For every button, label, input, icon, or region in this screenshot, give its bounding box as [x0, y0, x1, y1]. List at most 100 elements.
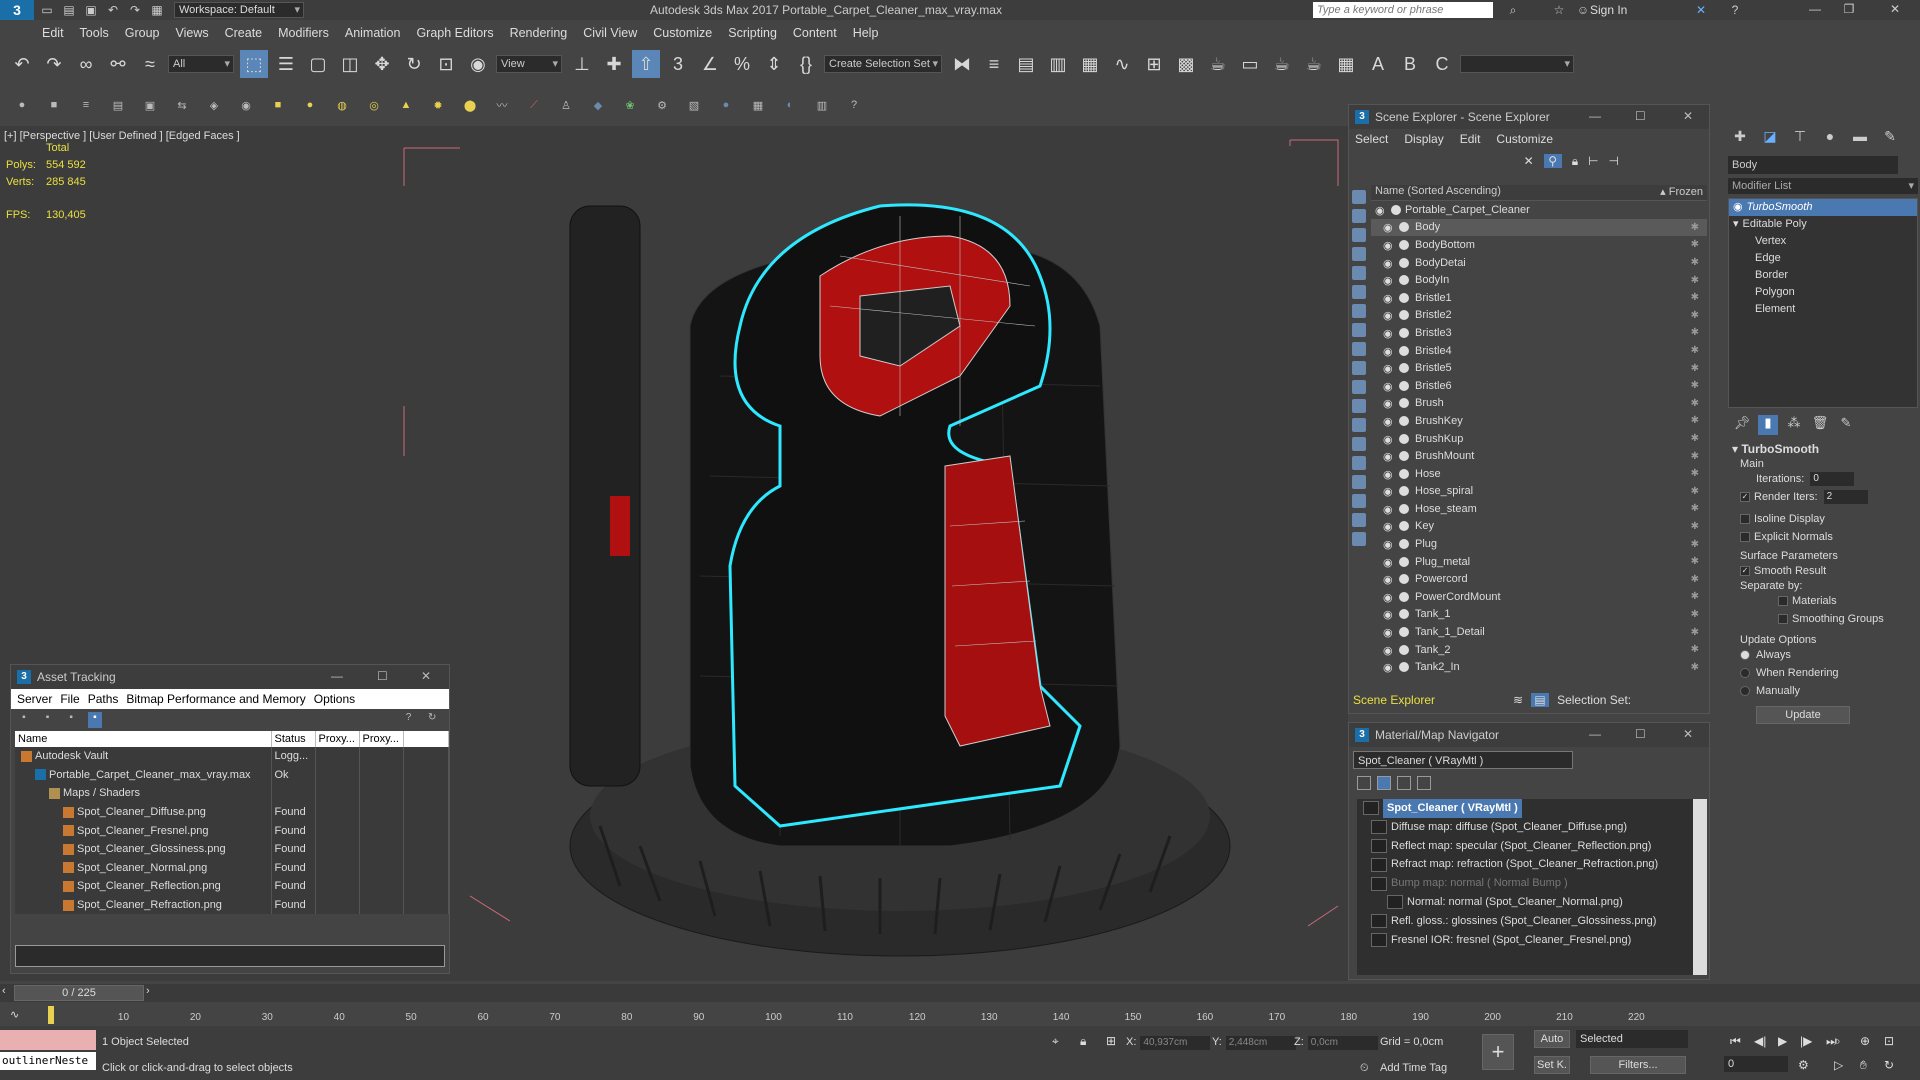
filter-frozen-icon[interactable] — [1352, 399, 1366, 413]
mat-scrollbar[interactable] — [1693, 799, 1707, 975]
particle-icon[interactable]: ❀ — [620, 95, 640, 115]
eye-icon[interactable]: ◉ — [1383, 327, 1395, 340]
eye-icon[interactable]: ◉ — [1383, 573, 1395, 586]
isoline-checkbox[interactable] — [1740, 514, 1750, 524]
select-object-icon[interactable]: ⬚ — [240, 50, 268, 78]
render-dot-icon[interactable] — [1399, 257, 1409, 268]
play-icon[interactable]: ▶︎ — [1778, 1034, 1787, 1048]
current-frame-field[interactable]: 0 — [1724, 1056, 1788, 1072]
rendered-frame-icon[interactable]: ▭ — [1236, 50, 1264, 78]
freeze-icon[interactable]: ✱ — [1691, 574, 1699, 585]
zoom-extents-icon[interactable]: ⊡ — [1884, 1034, 1894, 1048]
exchange-icon[interactable]: ✕ — [1692, 2, 1710, 18]
layer-explorer-icon[interactable]: ▥ — [1044, 50, 1072, 78]
freeze-icon[interactable]: ✱ — [1691, 257, 1699, 268]
scene-object-row[interactable]: ◉ BodyBottom ✱ — [1371, 236, 1707, 254]
eye-icon[interactable]: ◉ — [1733, 201, 1743, 213]
stack-turbosmooth[interactable]: ◉ TurboSmooth — [1729, 199, 1917, 216]
material-editor-icon[interactable]: ▩ — [1172, 50, 1200, 78]
percent-snap-icon[interactable]: % — [728, 50, 756, 78]
material-tree-row[interactable]: Bump map: normal ( Normal Bump ) — [1357, 874, 1693, 893]
eye-icon[interactable]: ◉ — [1383, 397, 1395, 410]
col-name[interactable]: Name (Sorted Ascending) — [1375, 185, 1501, 200]
search-input[interactable]: Type a keyword or phrase — [1313, 2, 1493, 18]
bind-space-warp-icon[interactable]: ≈ — [136, 50, 164, 78]
layer-manager-icon[interactable]: ▤ — [108, 95, 128, 115]
menu-customize[interactable]: Customize — [645, 26, 720, 40]
freeze-icon[interactable]: ✱ — [1691, 609, 1699, 620]
menu-civil-view[interactable]: Civil View — [575, 26, 645, 40]
eye-icon[interactable]: ◉ — [1383, 556, 1395, 569]
maximize-icon[interactable]: ☐ — [377, 669, 388, 683]
container-icon[interactable]: ◈ — [204, 95, 224, 115]
freeze-icon[interactable]: ✱ — [1691, 662, 1699, 673]
torus-primitive-icon[interactable]: ◎ — [364, 95, 384, 115]
menu-create[interactable]: Create — [217, 26, 271, 40]
project-icon[interactable]: ▦ — [148, 2, 166, 18]
render-dot-icon[interactable] — [1399, 239, 1409, 250]
align-icon[interactable]: ≡ — [980, 50, 1008, 78]
layer-props-icon[interactable]: ▣ — [140, 95, 160, 115]
menu-help[interactable]: Help — [845, 26, 887, 40]
scene-object-row[interactable]: ◉ Key ✱ — [1371, 518, 1707, 536]
mirror-icon[interactable]: ⧓ — [948, 50, 976, 78]
make-unique-icon[interactable]: ⁂ — [1784, 415, 1804, 435]
undo-icon[interactable]: ↶ — [8, 50, 36, 78]
close-icon[interactable]: ✕ — [1683, 727, 1693, 741]
vray-light-icon[interactable]: ● — [716, 95, 736, 115]
freeze-icon[interactable]: ✱ — [1691, 468, 1699, 479]
scene-explorer-icon[interactable]: ▤ — [1012, 50, 1040, 78]
angle-snap-icon[interactable]: ∠ — [696, 50, 724, 78]
dynamics-icon[interactable]: ⚙ — [652, 95, 672, 115]
menu-edit[interactable]: Edit — [34, 26, 72, 40]
render-dot-icon[interactable] — [1399, 627, 1409, 638]
auto-key-button[interactable]: Auto — [1534, 1030, 1570, 1048]
render-dot-icon[interactable] — [1391, 204, 1401, 215]
update-button[interactable]: Update — [1756, 706, 1850, 724]
render-dot-icon[interactable] — [1399, 521, 1409, 532]
view-list-icon[interactable] — [1357, 776, 1371, 790]
eye-icon[interactable]: ◉ — [1383, 239, 1395, 252]
material-tree-row[interactable]: Refract map: refraction (Spot_Cleaner_Re… — [1357, 855, 1693, 874]
render-dot-icon[interactable] — [1399, 415, 1409, 426]
scene-object-row[interactable]: ◉ BodyDetai ✱ — [1371, 254, 1707, 272]
explicit-normals-checkbox[interactable] — [1740, 532, 1750, 542]
time-slider[interactable]: ‹ 0 / 225 › — [0, 984, 1920, 1002]
clear-search-icon[interactable]: ✕ — [1524, 154, 1534, 168]
scene-object-row[interactable]: ◉ Tank_1_Detail ✱ — [1371, 623, 1707, 641]
sphere-primitive-icon[interactable]: ● — [300, 95, 320, 115]
material-tree-row[interactable]: Diffuse map: diffuse (Spot_Cleaner_Diffu… — [1357, 818, 1693, 837]
asset-row[interactable]: Autodesk Vault Logg... — [15, 747, 449, 766]
funnel-icon[interactable] — [1352, 513, 1366, 527]
scene-object-row[interactable]: ◉ Bristle1 ✱ — [1371, 289, 1707, 307]
tree-view-icon[interactable]: ▪ — [64, 712, 78, 728]
freeze-icon[interactable]: ✱ — [1691, 451, 1699, 462]
eye-icon[interactable]: ◉ — [1383, 257, 1395, 270]
time-config-icon[interactable]: ⚙ — [1798, 1058, 1809, 1072]
freeze-icon[interactable]: ✱ — [1691, 486, 1699, 497]
scene-object-row[interactable]: ◉ Bristle6 ✱ — [1371, 377, 1707, 395]
render-dot-icon[interactable] — [1399, 222, 1409, 233]
scene-object-row[interactable]: ◉ Bristle5 ✱ — [1371, 359, 1707, 377]
scene-object-row[interactable]: ◉ Hose ✱ — [1371, 465, 1707, 483]
freeze-icon[interactable]: ✱ — [1691, 327, 1699, 338]
menu-modifiers[interactable]: Modifiers — [270, 26, 337, 40]
freeze-icon[interactable]: ✱ — [1691, 363, 1699, 374]
freeze-icon[interactable]: ✱ — [1691, 627, 1699, 638]
rollout-title[interactable]: ▾ TurboSmooth — [1732, 442, 1920, 456]
redo-icon[interactable]: ↷ — [40, 50, 68, 78]
y-coord-field[interactable]: 2,448cm — [1225, 1036, 1296, 1050]
open-file-icon[interactable]: ▤ — [60, 2, 78, 18]
selection-set-dropdown[interactable]: Create Selection Set — [824, 55, 942, 73]
asset-row[interactable]: Spot_Cleaner_Glossiness.png Found — [15, 839, 449, 859]
se-menu-display[interactable]: Display — [1404, 132, 1443, 146]
x-coord-field[interactable]: 40,937cm — [1140, 1036, 1211, 1050]
bone-icon[interactable]: ⟋ — [524, 95, 544, 115]
refresh-icon[interactable]: ↻ — [425, 712, 439, 728]
render-iterative-icon[interactable]: ☕ — [1300, 50, 1328, 78]
filter-geometry-icon[interactable] — [1352, 209, 1366, 223]
render-dot-icon[interactable] — [1399, 433, 1409, 444]
eye-icon[interactable]: ◉ — [1383, 538, 1395, 551]
scene-object-row[interactable]: ◉ Bristle4 ✱ — [1371, 342, 1707, 360]
eye-icon[interactable]: ◉ — [1383, 362, 1395, 375]
